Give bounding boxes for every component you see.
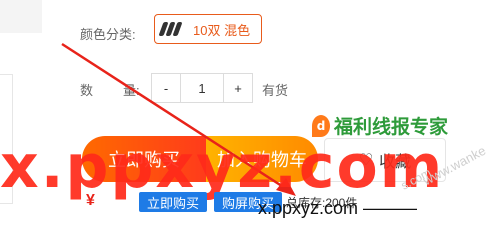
small-buy-now-button[interactable]: 立即购买 [139,192,208,212]
watermark-bottom: x.ppxyz.com ——— [258,198,418,218]
brand-badge: d 福利线报专家 [312,112,448,139]
color-label: 颜色分类: [80,27,136,42]
color-option-selected[interactable]: 10双 混色 [154,14,262,44]
decrement-button[interactable]: - [152,74,181,102]
buy-now-button[interactable]: 立即购买 [82,136,206,182]
left-panel-top [0,0,42,33]
left-panel-border [0,74,13,204]
color-option-label: 10双 混色 [193,22,251,38]
product-purchase-panel: 颜色分类: 10双 混色 数 量: - + 有货 d 福利线报专家 立即购买 加入… [0,0,491,246]
sock-swatch-icon [158,22,185,36]
currency-icon: ¥ [86,192,95,209]
quantity-label-char-a: 数 [80,83,94,98]
brand-name: 福利线报专家 [334,116,449,138]
increment-button[interactable]: + [223,74,252,102]
quantity-input[interactable] [181,74,223,102]
collect-label: 收藏 [379,154,412,171]
stock-status: 有货 [262,83,289,98]
quantity-stepper: - + [151,73,253,103]
leaf-logo-icon: d [312,114,330,137]
heart-icon: ♡ [358,152,374,169]
quantity-label: 数 量: [80,80,140,99]
add-to-cart-button[interactable]: 加入购物车 [206,136,318,182]
quantity-label-char-b: 量: [123,83,140,98]
